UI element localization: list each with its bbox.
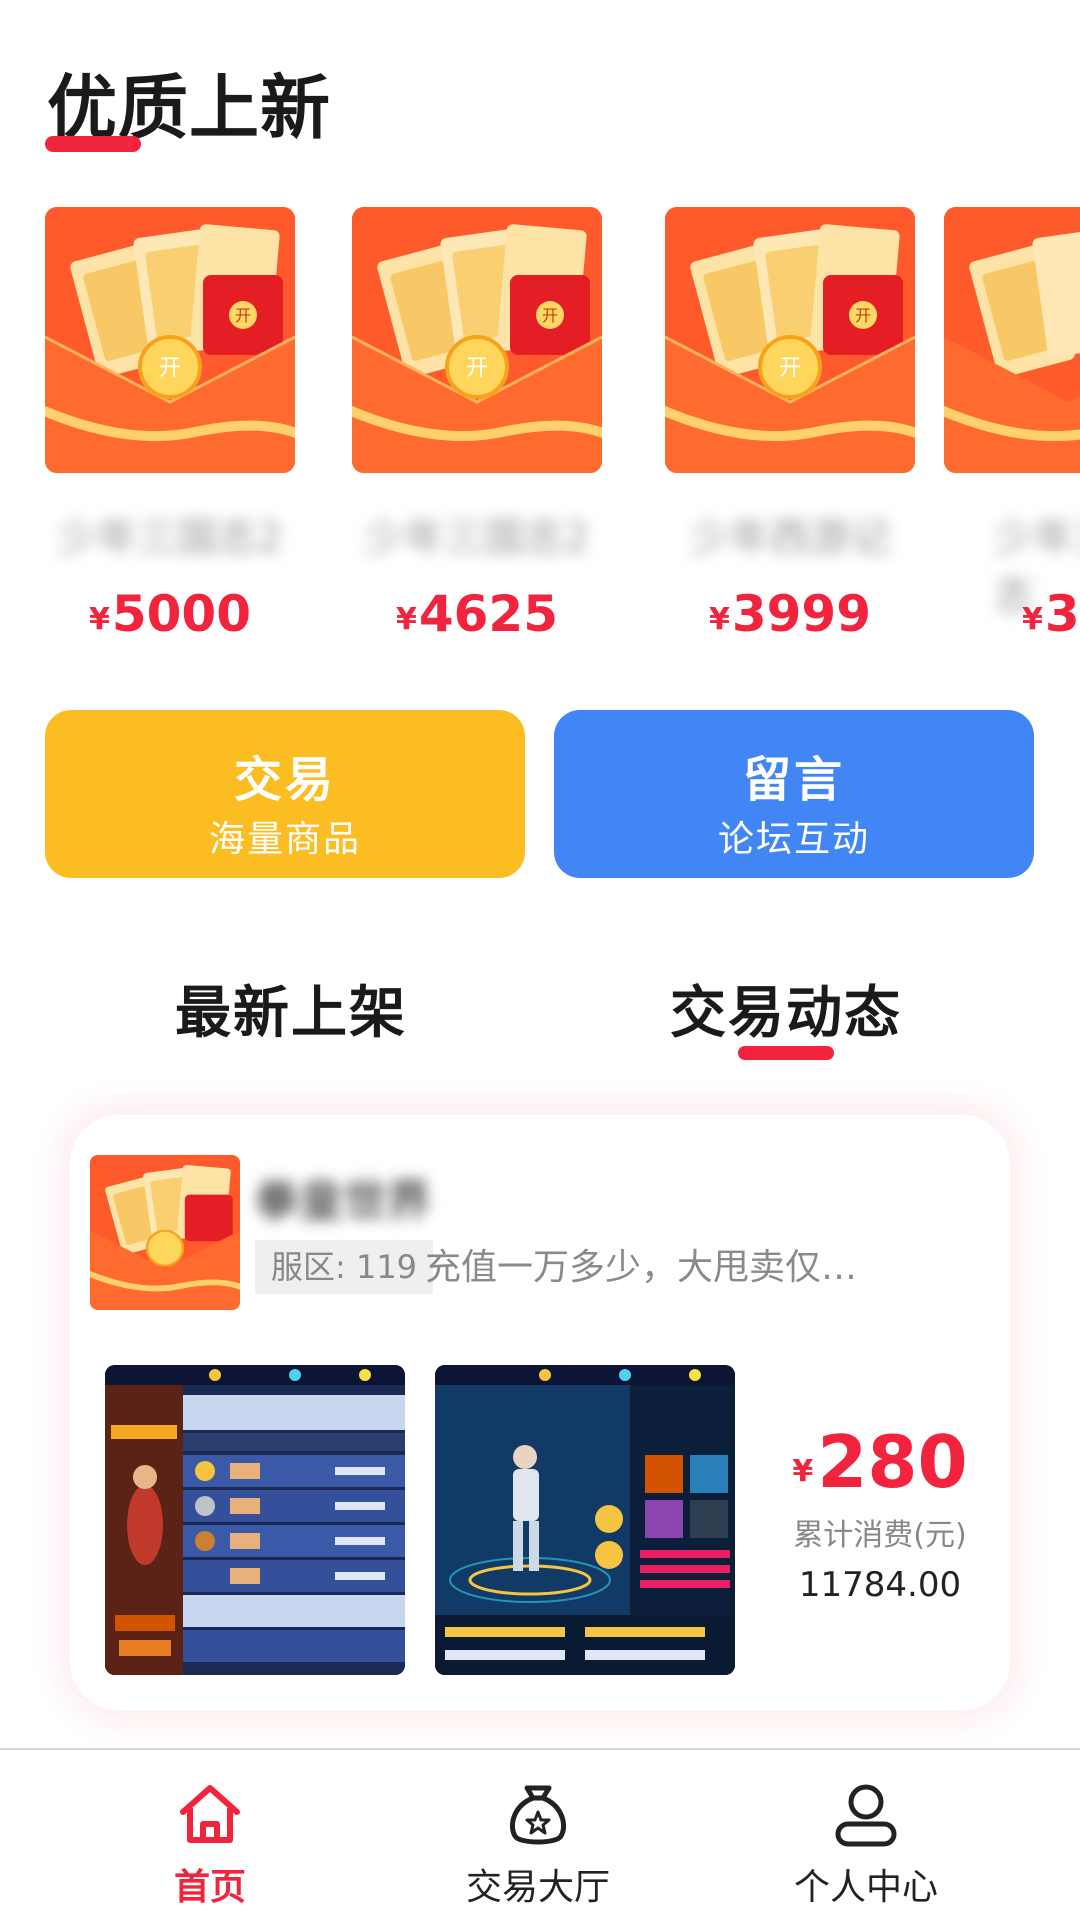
price-value: 5000: [111, 585, 252, 643]
product-thumbnail: 开 开: [45, 207, 295, 473]
message-button[interactable]: 留言 论坛互动: [554, 710, 1034, 878]
product-thumbnail: 开 开: [665, 207, 915, 473]
message-button-title: 留言: [742, 752, 845, 808]
product-thumbnail: [944, 207, 1080, 473]
svg-text:开: 开: [235, 306, 251, 325]
currency-symbol: ¥: [395, 602, 417, 637]
spend-value: 11784.00: [798, 1565, 962, 1605]
nav-item-trade-hall[interactable]: 交易大厅: [428, 1750, 648, 1920]
active-tab-indicator: [738, 1046, 834, 1060]
product-price: ¥3999: [665, 585, 915, 643]
product-name: 少年西游记: [690, 515, 890, 561]
svg-text:开: 开: [855, 306, 871, 325]
money-bag-icon: [509, 1785, 567, 1845]
red-envelope-icon: 开 开: [665, 207, 915, 473]
currency-symbol: ¥: [792, 1454, 814, 1489]
svg-text:开: 开: [466, 356, 488, 381]
red-envelope-icon: 开 开: [352, 207, 602, 473]
currency-symbol: ¥: [1022, 602, 1043, 637]
price-value: 3999: [731, 585, 872, 643]
home-page: 优质上新 开 开 少年三国志2 ¥5000 开 开 少年三国志2 ¥4625 开…: [0, 0, 1080, 1920]
product-price: ¥4625: [352, 585, 602, 643]
spend-label: 累计消费(元): [793, 1518, 967, 1553]
trade-button-subtitle: 海量商品: [208, 819, 361, 860]
section-title-underline: [45, 136, 141, 152]
trade-card[interactable]: 拳皇世界 服区: 119 充值一万多少，大甩卖仅… ¥280 累计消费(元) 1…: [70, 1115, 1010, 1710]
red-envelope-icon: [90, 1155, 240, 1310]
tab-latest-listings[interactable]: 最新上架: [131, 968, 451, 1049]
trade-button-title: 交易: [233, 752, 336, 808]
product-price: ¥5000: [45, 585, 295, 643]
nav-label-home: 首页: [173, 1867, 246, 1908]
price-value: 3: [1044, 585, 1080, 643]
trade-price: ¥280: [770, 1420, 990, 1504]
bottom-nav: 首页 交易大厅 个人中心: [0, 1748, 1080, 1920]
trade-button[interactable]: 交易 海量商品: [45, 710, 525, 878]
nav-item-home[interactable]: 首页: [100, 1750, 320, 1920]
user-icon: [835, 1784, 897, 1847]
nav-label-profile: 个人中心: [793, 1867, 938, 1908]
svg-text:开: 开: [542, 306, 558, 325]
product-card[interactable]: 少年三国志 ¥3: [944, 205, 1080, 655]
home-icon: [180, 1785, 240, 1843]
svg-text:开: 开: [159, 356, 181, 381]
currency-symbol: ¥: [708, 602, 730, 637]
new-products-strip[interactable]: 开 开 少年三国志2 ¥5000 开 开 少年三国志2 ¥4625 开 开 少年…: [0, 205, 1080, 655]
product-card[interactable]: 开 开 少年三国志2 ¥5000: [45, 205, 295, 655]
trade-title: 拳皇世界: [255, 1176, 431, 1227]
red-envelope-icon: 开 开: [45, 207, 295, 473]
tab-trade-activity[interactable]: 交易动态: [626, 968, 946, 1049]
price-value: 4625: [418, 585, 559, 643]
trade-description: 充值一万多少，大甩卖仅…: [425, 1247, 858, 1288]
svg-text:开: 开: [779, 356, 801, 381]
game-screenshot[interactable]: [105, 1365, 405, 1675]
screenshot-character-image: [435, 1365, 735, 1675]
product-name: 少年三国志2: [364, 515, 590, 561]
currency-symbol: ¥: [88, 602, 110, 637]
product-card[interactable]: 开 开 少年三国志2 ¥4625: [352, 205, 602, 655]
nav-label-trade-hall: 交易大厅: [465, 1867, 610, 1908]
product-price: ¥3: [1022, 585, 1080, 643]
product-thumbnail: 开 开: [352, 207, 602, 473]
nav-item-profile[interactable]: 个人中心: [756, 1750, 976, 1920]
product-card[interactable]: 开 开 少年西游记 ¥3999: [665, 205, 915, 655]
game-screenshot[interactable]: [435, 1365, 735, 1675]
server-badge: 服区: 119: [255, 1240, 434, 1294]
message-button-subtitle: 论坛互动: [717, 819, 870, 860]
red-envelope-icon: [944, 207, 1080, 473]
product-name: 少年三国志2: [57, 515, 283, 561]
screenshot-ranking-image: [105, 1365, 405, 1675]
trade-game-icon: [90, 1155, 240, 1310]
price-value: 280: [817, 1420, 968, 1504]
